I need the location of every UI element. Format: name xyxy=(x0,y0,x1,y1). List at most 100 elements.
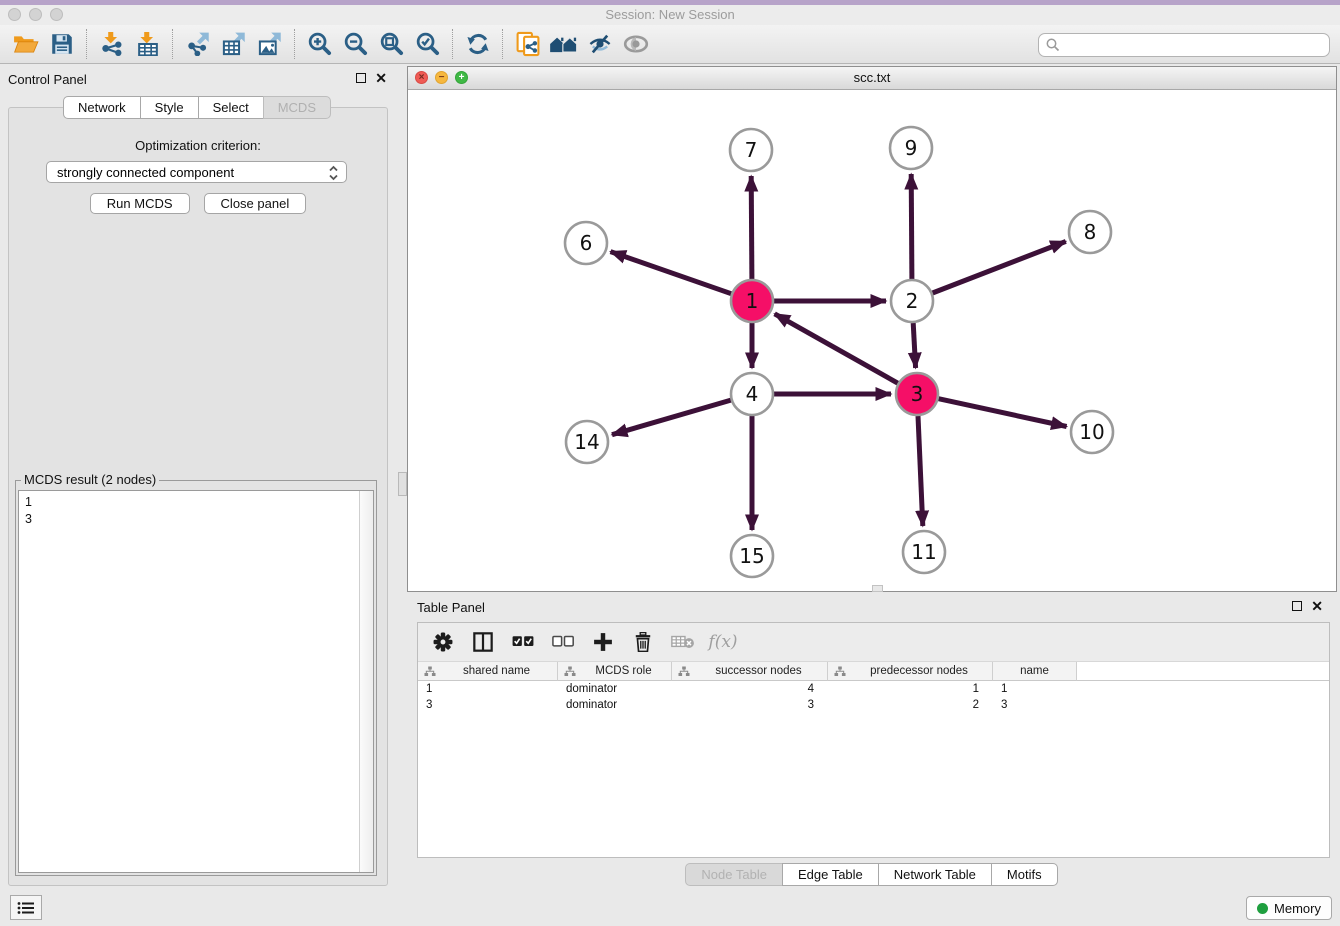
task-history-button[interactable] xyxy=(10,895,42,920)
column-header-predecessor-nodes[interactable]: predecessor nodes xyxy=(828,662,993,681)
cell-predecessor-nodes[interactable]: 1 xyxy=(828,681,993,697)
network-window-titlebar[interactable]: × − + scc.txt xyxy=(408,67,1336,90)
vertical-splitter[interactable] xyxy=(395,64,407,890)
tab-mcds[interactable]: MCDS xyxy=(263,96,331,119)
deselect-all-rows-button[interactable] xyxy=(550,629,576,655)
export-network-button[interactable] xyxy=(180,28,216,60)
edge-4-14[interactable] xyxy=(612,400,731,435)
create-column-button[interactable] xyxy=(590,629,616,655)
open-session-button[interactable] xyxy=(8,28,44,60)
select-all-rows-button[interactable] xyxy=(510,629,536,655)
close-panel-icon[interactable]: ✕ xyxy=(375,73,387,83)
column-header-MCDS-role[interactable]: MCDS role xyxy=(558,662,672,681)
show-columns-button[interactable] xyxy=(470,629,496,655)
edge-3-1[interactable] xyxy=(775,314,898,383)
tab-motifs[interactable]: Motifs xyxy=(991,863,1058,886)
zoom-out-button[interactable] xyxy=(338,28,374,60)
node-2[interactable]: 2 xyxy=(891,280,933,322)
tab-style[interactable]: Style xyxy=(140,96,199,119)
edge-2-8[interactable] xyxy=(933,241,1066,293)
delete-table-button[interactable] xyxy=(670,629,696,655)
table-toolbar: f(x) xyxy=(418,623,1329,662)
edge-1-6[interactable] xyxy=(611,252,732,294)
result-scrollbar[interactable] xyxy=(359,491,373,872)
delete-column-button[interactable] xyxy=(630,629,656,655)
node-label: 3 xyxy=(911,382,924,406)
node-4[interactable]: 4 xyxy=(731,373,773,415)
search-field[interactable] xyxy=(1038,33,1330,57)
edge-3-10[interactable] xyxy=(939,399,1067,427)
memory-button[interactable]: Memory xyxy=(1246,896,1332,920)
refresh-button[interactable] xyxy=(460,28,496,60)
hide-graphics-details-button[interactable] xyxy=(582,28,618,60)
float-table-panel-icon[interactable] xyxy=(1292,601,1302,611)
function-builder-button[interactable]: f(x) xyxy=(710,629,736,655)
node-3[interactable]: 3 xyxy=(896,373,938,415)
tab-network-table[interactable]: Network Table xyxy=(878,863,992,886)
import-table-button[interactable] xyxy=(130,28,166,60)
table-settings-button[interactable] xyxy=(430,629,456,655)
tab-network[interactable]: Network xyxy=(63,96,141,119)
tab-select[interactable]: Select xyxy=(198,96,264,119)
edge-1-7[interactable] xyxy=(751,176,752,279)
node-8[interactable]: 8 xyxy=(1069,211,1111,253)
close-table-panel-icon[interactable]: ✕ xyxy=(1311,601,1323,611)
delete-table-icon xyxy=(671,634,695,650)
zoom-in-button[interactable] xyxy=(302,28,338,60)
column-type-icon xyxy=(834,666,846,677)
edge-3-11[interactable] xyxy=(918,416,923,526)
cell-successor-nodes[interactable]: 4 xyxy=(672,681,828,697)
export-table-button[interactable] xyxy=(216,28,252,60)
edge-2-9[interactable] xyxy=(911,174,912,279)
save-session-button[interactable] xyxy=(44,28,80,60)
node-14[interactable]: 14 xyxy=(566,421,608,463)
node-9[interactable]: 9 xyxy=(890,127,932,169)
zoom-selected-button[interactable] xyxy=(410,28,446,60)
cell-MCDS-role[interactable]: dominator xyxy=(558,697,672,713)
table-tabs: Node TableEdge TableNetwork TableMotifs xyxy=(407,863,1337,886)
node-15[interactable]: 15 xyxy=(731,535,773,577)
node-7[interactable]: 7 xyxy=(730,129,772,171)
tab-node-table[interactable]: Node Table xyxy=(685,863,783,886)
column-header-successor-nodes[interactable]: successor nodes xyxy=(672,662,828,681)
float-panel-icon[interactable] xyxy=(356,73,366,83)
network-canvas[interactable]: 7 9 6 8 1 2 4 3 14 10 15 11 xyxy=(409,90,1335,590)
mcds-result-area[interactable]: 1 3 xyxy=(18,490,374,873)
export-image-button[interactable] xyxy=(252,28,288,60)
cell-name[interactable]: 1 xyxy=(993,681,1077,697)
column-header-name[interactable]: name xyxy=(993,662,1077,681)
copy-network-button[interactable] xyxy=(510,28,546,60)
splitter-grip[interactable] xyxy=(398,472,407,496)
node-11[interactable]: 11 xyxy=(903,531,945,573)
cell-successor-nodes[interactable]: 3 xyxy=(672,697,828,713)
cell-MCDS-role[interactable]: dominator xyxy=(558,681,672,697)
cell-shared-name[interactable]: 1 xyxy=(418,681,558,697)
column-header-shared-name[interactable]: shared name xyxy=(418,662,558,681)
node-1[interactable]: 1 xyxy=(731,280,773,322)
cell-shared-name[interactable]: 3 xyxy=(418,697,558,713)
node-label: 11 xyxy=(911,540,936,564)
close-panel-button[interactable]: Close panel xyxy=(204,193,307,214)
copy-network-icon xyxy=(515,31,541,57)
table-row-0[interactable]: 1dominator411 xyxy=(418,681,1329,697)
open-folder-icon xyxy=(13,34,39,54)
edge-2-3[interactable] xyxy=(913,323,915,368)
cell-name[interactable]: 3 xyxy=(993,697,1077,713)
cell-predecessor-nodes[interactable]: 2 xyxy=(828,697,993,713)
table-row-1[interactable]: 3dominator323 xyxy=(418,697,1329,713)
network-resize-grip[interactable] xyxy=(872,585,883,592)
run-mcds-button[interactable]: Run MCDS xyxy=(90,193,190,214)
show-graphics-details-button[interactable] xyxy=(618,28,654,60)
import-network-button[interactable] xyxy=(94,28,130,60)
trash-icon xyxy=(634,632,652,652)
search-input[interactable] xyxy=(1065,37,1329,54)
node-6[interactable]: 6 xyxy=(565,222,607,264)
checked-boxes-icon xyxy=(512,635,534,649)
optimization-criterion-select[interactable]: strongly connected component xyxy=(46,161,347,183)
network-graph: 7 9 6 8 1 2 4 3 14 10 15 11 xyxy=(409,90,1337,591)
node-10[interactable]: 10 xyxy=(1071,411,1113,453)
home-networks-button[interactable] xyxy=(546,28,582,60)
tab-edge-table[interactable]: Edge Table xyxy=(782,863,879,886)
import-network-icon xyxy=(100,32,124,56)
zoom-fit-button[interactable] xyxy=(374,28,410,60)
